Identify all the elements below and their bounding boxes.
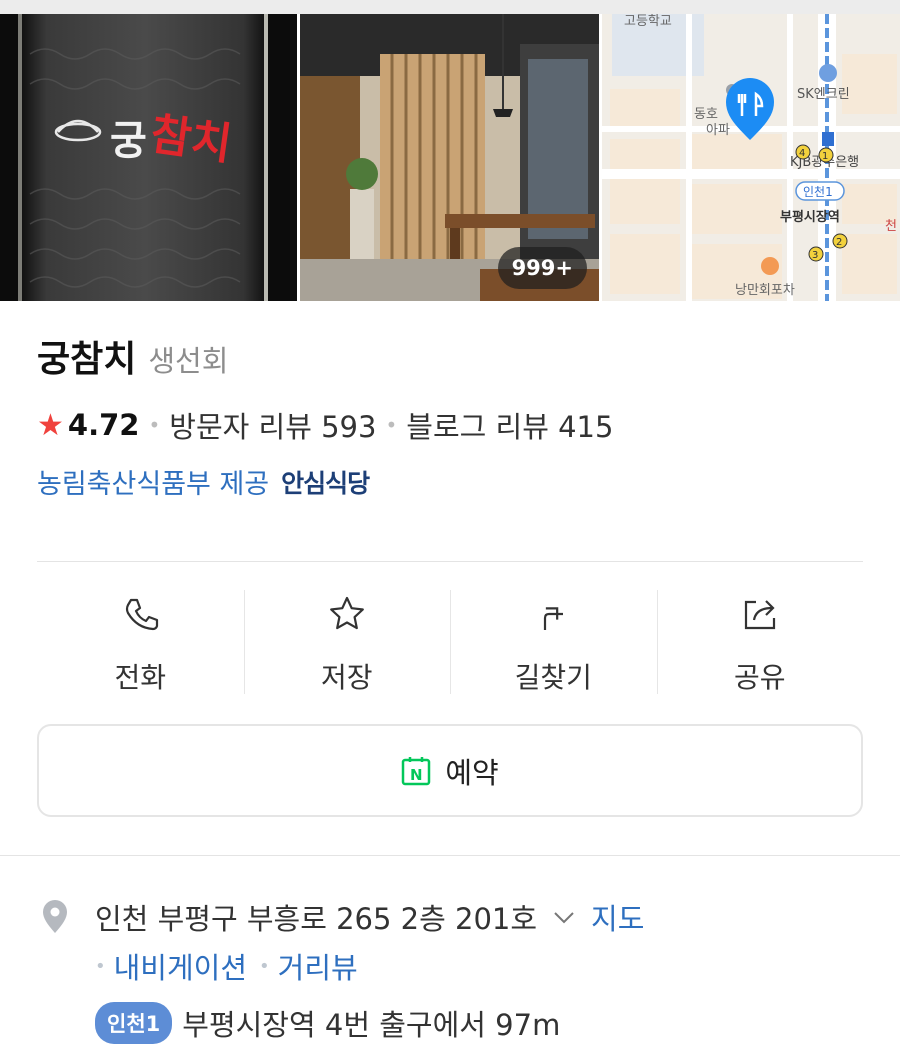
safe-restaurant-badge: 안심식당 — [281, 468, 370, 498]
address-links-row: • 내비게이션 • 거리뷰 — [95, 944, 877, 988]
share-button[interactable]: 공유 — [656, 588, 864, 696]
star-outline-icon — [329, 596, 364, 630]
provider-row: 농림축산식품부 제공 안심식당 — [37, 462, 867, 501]
section-divider — [0, 855, 900, 856]
separator-dot: • — [95, 955, 106, 977]
station-row: 인천1 부평시장역 4번 출구에서 97m — [95, 1002, 877, 1044]
reserve-label: 예약 — [445, 755, 499, 790]
separator-dot: • — [148, 413, 161, 437]
map-label-apartment: 동호 — [694, 107, 718, 122]
map-exit-2: 2 — [836, 237, 842, 248]
map-illustration: 고등학교 동호 아파 SK엔크린 KJB광주은행 4 1 인천1 부평시장역 2… — [602, 14, 900, 301]
save-label: 저장 — [320, 661, 373, 694]
share-icon — [744, 600, 775, 630]
address-text: 인천 부평구 부흥로 265 2층 201호 — [95, 902, 538, 936]
status-bar-strip — [0, 0, 900, 14]
call-button[interactable]: 전화 — [37, 588, 244, 696]
map-exit-1: 1 — [822, 151, 828, 162]
address-section: 인천 부평구 부흥로 265 2층 201호 지도 • 내비게이션 • 거리뷰 … — [37, 890, 877, 1044]
photo-interior[interactable]: 999+ — [300, 14, 599, 301]
place-name: 궁참치 — [37, 339, 137, 380]
signboard-illustration: 궁 참치 — [0, 14, 297, 301]
map-label-apartment-suffix: 아파 — [706, 123, 730, 138]
place-category: 생선회 — [148, 344, 229, 378]
svg-text:N: N — [410, 766, 423, 784]
separator-dot: • — [259, 955, 270, 977]
chevron-down-icon[interactable] — [551, 904, 577, 930]
save-button[interactable]: 저장 — [243, 588, 451, 696]
map-label-cleaner: SK엔크린 — [797, 87, 850, 102]
rating-row: ★ 4.72 • 방문자 리뷰 593 • 블로그 리뷰 415 — [37, 404, 867, 446]
navigation-link[interactable]: 내비게이션 — [114, 945, 247, 987]
reserve-button[interactable]: N 예약 — [37, 724, 863, 817]
star-icon: ★ — [37, 407, 64, 443]
subway-line-badge: 인천1 — [95, 1002, 173, 1044]
action-bar: 전화 저장 길찾기 공유 — [37, 588, 863, 696]
directions-icon — [544, 607, 564, 630]
signboard-logo-text: 궁 — [110, 118, 147, 164]
map-label-restaurant: 낭만회포차 — [735, 283, 795, 298]
separator-dot: • — [385, 413, 398, 437]
provider-link[interactable]: 농림축산식품부 제공 — [37, 462, 269, 501]
map-link[interactable]: 지도 — [591, 896, 644, 938]
address-row: 인천 부평구 부흥로 265 2층 201호 지도 — [37, 890, 877, 944]
title-row: 궁참치 생선회 — [37, 330, 867, 382]
naver-booking-icon: N — [402, 756, 431, 785]
photo-signboard[interactable]: 궁 참치 — [0, 14, 297, 301]
photo-count-badge[interactable]: 999+ — [497, 247, 587, 289]
share-label: 공유 — [733, 661, 786, 694]
location-pin-icon — [43, 900, 67, 933]
place-info: 궁참치 생선회 ★ 4.72 • 방문자 리뷰 593 • 블로그 리뷰 415… — [37, 330, 867, 501]
map-label-edge: 천 — [885, 219, 897, 234]
directions-button[interactable]: 길찾기 — [450, 588, 657, 696]
map-thumbnail[interactable]: 고등학교 동호 아파 SK엔크린 KJB광주은행 4 1 인천1 부평시장역 2… — [602, 14, 900, 301]
rating-value: 4.72 — [67, 408, 140, 442]
divider — [37, 561, 863, 562]
call-label: 전화 — [114, 661, 167, 694]
map-exit-4: 4 — [799, 148, 805, 159]
visitor-reviews-link[interactable]: 방문자 리뷰 593 — [169, 404, 376, 446]
map-station-badge: 인천1 — [803, 184, 833, 199]
map-label-school: 고등학교 — [624, 14, 672, 29]
map-label-station: 부평시장역 — [780, 209, 840, 225]
photo-gallery[interactable]: 궁 참치 999+ 고등학교 동호 아파 SK엔크린 KJB광주은행 4 1 인… — [0, 14, 900, 301]
phone-icon — [126, 598, 159, 631]
station-distance: 부평시장역 4번 출구에서 97m — [182, 1008, 561, 1042]
directions-label: 길찾기 — [514, 661, 592, 694]
blog-reviews-link[interactable]: 블로그 리뷰 415 — [406, 404, 613, 446]
map-exit-3: 3 — [812, 250, 818, 261]
street-view-link[interactable]: 거리뷰 — [278, 945, 358, 987]
